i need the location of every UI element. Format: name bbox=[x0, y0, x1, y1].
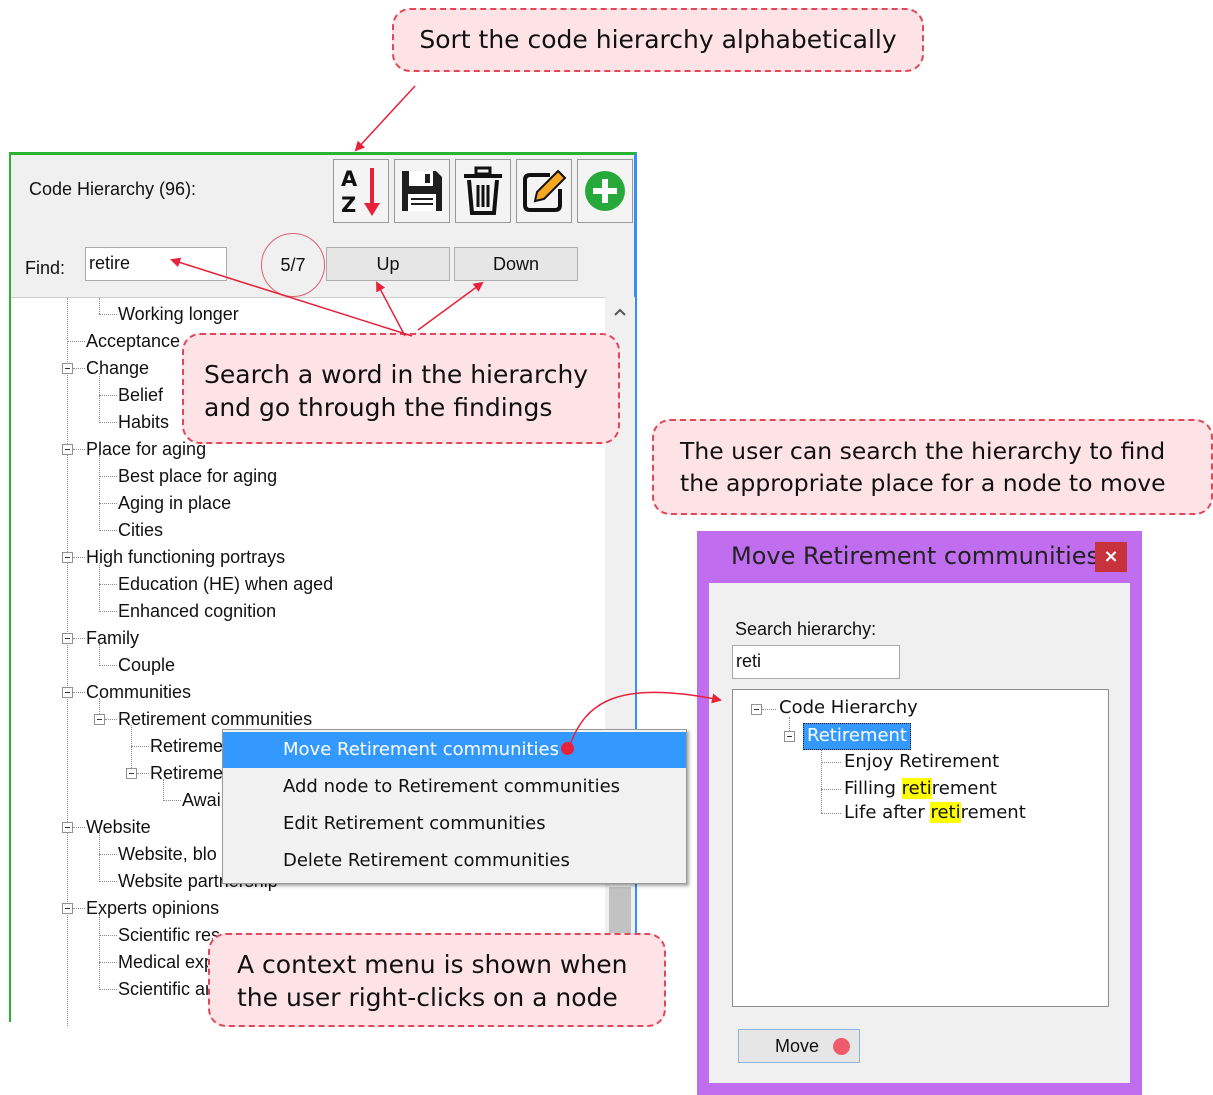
annotation-arrows bbox=[170, 85, 722, 749]
